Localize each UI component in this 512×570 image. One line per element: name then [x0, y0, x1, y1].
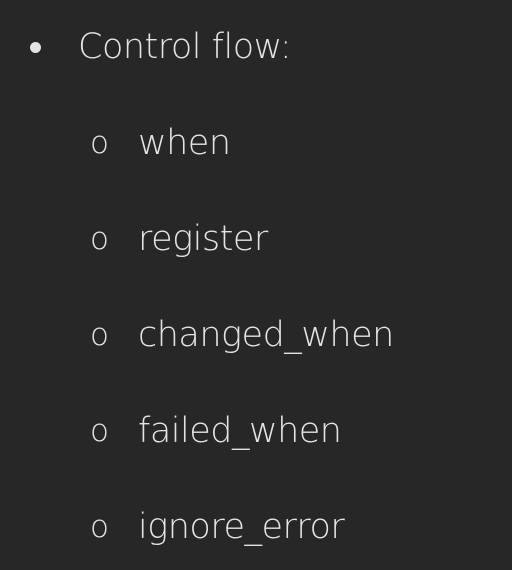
list-item: o register	[90, 214, 394, 310]
sub-bullet-list: o when o register o changed_when o faile…	[90, 118, 394, 570]
list-item: o changed_when	[90, 310, 394, 406]
slide: Control flow: o when o register o change…	[0, 0, 512, 570]
bullet-dot-icon	[30, 41, 41, 53]
list-item-label: register	[138, 219, 268, 259]
list-item-label: failed_when	[138, 411, 342, 451]
hollow-circle-icon: o	[90, 509, 109, 545]
bullet-heading-row: Control flow:	[28, 22, 292, 72]
hollow-circle-icon: o	[90, 125, 109, 161]
list-item: o ignore_error	[90, 502, 394, 570]
hollow-circle-icon: o	[90, 413, 109, 449]
list-item-label: when	[138, 123, 231, 163]
list-item-label: ignore_error	[138, 507, 345, 547]
bullet-heading: Control flow:	[78, 26, 292, 67]
list-item: o failed_when	[90, 406, 394, 502]
list-item: o when	[90, 118, 394, 214]
hollow-circle-icon: o	[90, 317, 109, 353]
hollow-circle-icon: o	[90, 221, 109, 257]
list-item-label: changed_when	[138, 315, 394, 355]
